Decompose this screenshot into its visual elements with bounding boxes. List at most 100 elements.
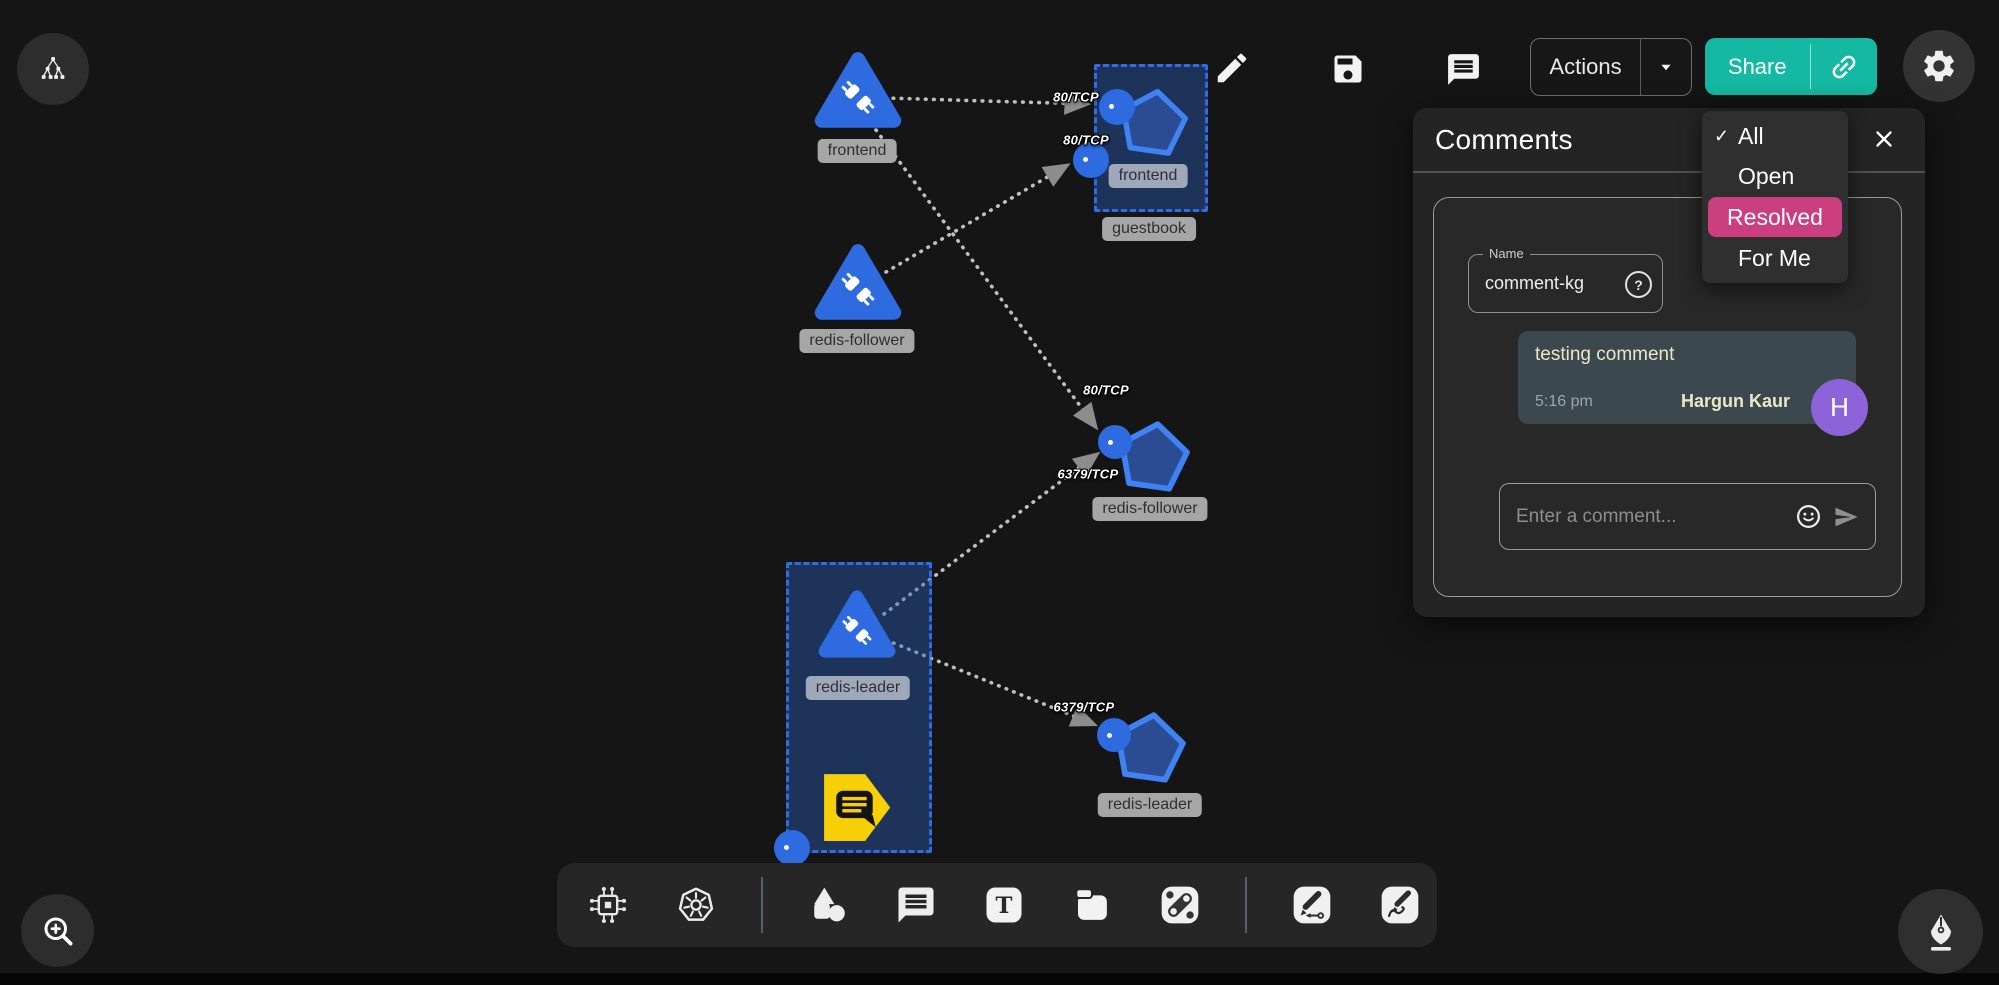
- save-icon: [1330, 51, 1366, 87]
- pen-tool-icon: [1290, 883, 1334, 927]
- shapes-tool-button[interactable]: [805, 882, 851, 928]
- chip-icon: [586, 883, 630, 927]
- edge-label: 80/TCP: [1083, 383, 1129, 398]
- port-redis-leader-group[interactable]: [774, 830, 810, 866]
- pencil-draw-tool-button[interactable]: [1377, 882, 1423, 928]
- node-label: redis-follower: [799, 329, 914, 353]
- check-icon: ✓: [1714, 126, 1738, 147]
- text-icon: T: [983, 884, 1025, 926]
- kubernetes-icon: [673, 882, 719, 928]
- pencil-icon: [1213, 49, 1251, 87]
- node-pod-redis-follower[interactable]: [1112, 412, 1194, 503]
- filter-option-all[interactable]: ✓ All: [1702, 116, 1848, 156]
- close-icon: [1872, 127, 1896, 151]
- tools-toolbar: T: [557, 863, 1437, 947]
- comments-panel: Comments Name ? testing comment 5:16 pm …: [1413, 108, 1925, 617]
- group-label: guestbook: [1102, 217, 1196, 241]
- save-button[interactable]: [1330, 51, 1366, 87]
- connector-icon: [1158, 883, 1202, 927]
- hierarchy-icon: [37, 53, 69, 85]
- service-triangle-icon: [813, 240, 903, 324]
- frame-icon: [1071, 884, 1113, 926]
- service-triangle-icon: [813, 48, 903, 132]
- filter-option-label: All: [1738, 123, 1764, 150]
- pen-tool-button[interactable]: [1289, 882, 1335, 928]
- comment-composer: [1499, 483, 1876, 550]
- comments-toggle-button[interactable]: [1445, 51, 1482, 88]
- toolbar-divider: [1245, 877, 1247, 933]
- pencil-scribble-icon: [1378, 883, 1422, 927]
- actions-button[interactable]: Actions: [1531, 39, 1640, 95]
- node-label: redis-leader: [806, 676, 910, 700]
- comment-time: 5:16 pm: [1535, 393, 1593, 411]
- service-triangle-icon: [817, 586, 897, 662]
- svg-text:T: T: [996, 893, 1013, 919]
- actions-menu-button[interactable]: [1641, 39, 1691, 95]
- bottom-edge-strip: [0, 973, 1999, 985]
- node-label: redis-follower: [1092, 497, 1207, 521]
- text-tool-button[interactable]: T: [981, 882, 1027, 928]
- zoom-button[interactable]: [21, 894, 94, 967]
- port-frontend-80[interactable]: [1099, 89, 1135, 125]
- layout-tree-button[interactable]: [17, 33, 89, 105]
- edge-label: 6379/TCP: [1054, 700, 1115, 715]
- comment-icon: [1445, 51, 1482, 88]
- edge-label: 80/TCP: [1063, 133, 1109, 148]
- copy-link-button[interactable]: [1811, 38, 1877, 95]
- comments-filter-menu: ✓ All Open Resolved For Me: [1702, 111, 1848, 283]
- chevron-down-icon: [1655, 56, 1677, 78]
- comment-tool-button[interactable]: [893, 882, 939, 928]
- filter-option-for-me[interactable]: For Me: [1702, 238, 1848, 278]
- panel-title: Comments: [1435, 124, 1573, 156]
- comment-input[interactable]: [1500, 484, 1796, 549]
- port-redis-leader-6379[interactable]: [1097, 718, 1131, 752]
- node-label: frontend: [1109, 164, 1188, 188]
- send-comment-button[interactable]: [1831, 503, 1861, 536]
- name-field[interactable]: Name ?: [1468, 254, 1663, 313]
- edge-label: 80/TCP: [1053, 90, 1099, 105]
- edit-button[interactable]: [1213, 49, 1251, 87]
- settings-button[interactable]: [1903, 30, 1975, 102]
- filter-option-label: Open: [1738, 163, 1794, 190]
- emoji-button[interactable]: [1794, 502, 1823, 536]
- edge-label: 6379/TCP: [1058, 467, 1119, 482]
- infrastructure-tool-button[interactable]: [585, 882, 631, 928]
- comment-text: testing comment: [1535, 344, 1674, 366]
- share-button[interactable]: Share: [1705, 38, 1810, 95]
- filter-option-open[interactable]: Open: [1702, 156, 1848, 196]
- node-service-redis-follower[interactable]: [813, 240, 903, 329]
- connector-tool-button[interactable]: [1157, 882, 1203, 928]
- node-label: redis-leader: [1098, 793, 1202, 817]
- comment-bubble[interactable]: testing comment 5:16 pm Hargun Kaur: [1518, 331, 1856, 424]
- comment-marker-icon: [818, 768, 894, 844]
- filter-option-label: Resolved: [1727, 204, 1823, 231]
- send-icon: [1831, 503, 1861, 531]
- pen-nib-icon: [1921, 912, 1961, 952]
- node-service-redis-leader[interactable]: [817, 586, 897, 667]
- frame-tool-button[interactable]: [1069, 882, 1115, 928]
- help-icon[interactable]: ?: [1625, 271, 1652, 298]
- kubernetes-tool-button[interactable]: [673, 882, 719, 928]
- gear-icon: [1920, 47, 1958, 85]
- node-service-frontend[interactable]: [813, 48, 903, 137]
- name-input[interactable]: [1469, 255, 1623, 312]
- port-redis-follower-6379[interactable]: [1098, 425, 1132, 459]
- link-icon: [1821, 44, 1866, 89]
- filter-option-resolved[interactable]: Resolved: [1708, 197, 1842, 237]
- toolbar-divider: [761, 877, 763, 933]
- comment-marker[interactable]: [818, 768, 894, 849]
- close-panel-button[interactable]: [1871, 126, 1897, 152]
- shapes-icon: [806, 883, 850, 927]
- share-split-button[interactable]: Share: [1705, 38, 1877, 95]
- actions-split-button[interactable]: Actions: [1530, 38, 1692, 96]
- comments-panel-header: Comments: [1413, 108, 1925, 173]
- draw-mode-button[interactable]: [1898, 889, 1983, 974]
- zoom-in-icon: [40, 913, 76, 949]
- canvas[interactable]: frontend redis-follower frontend guestbo…: [0, 0, 1999, 985]
- filter-option-label: For Me: [1738, 245, 1811, 272]
- comment-icon: [895, 884, 937, 926]
- smiley-icon: [1794, 502, 1823, 531]
- avatar: H: [1811, 379, 1868, 436]
- node-label: frontend: [818, 139, 897, 163]
- comment-author: Hargun Kaur: [1681, 391, 1790, 412]
